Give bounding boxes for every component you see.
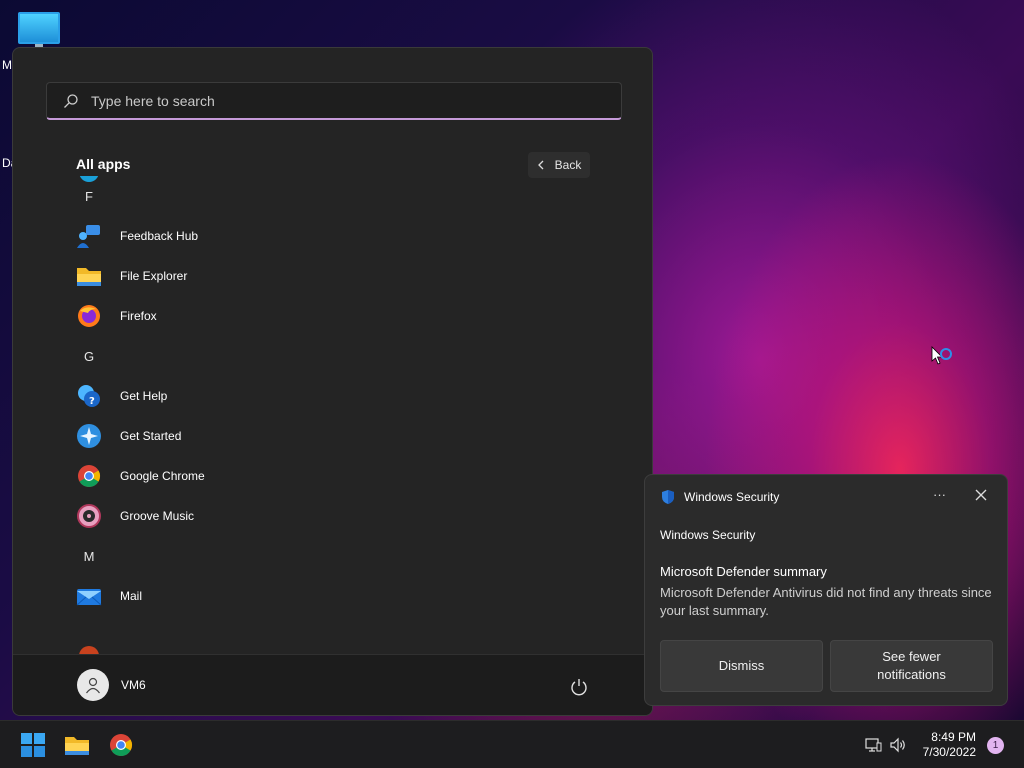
mail-icon [76, 583, 102, 609]
chevron-left-icon [537, 160, 544, 170]
notification-body: Microsoft Defender Antivirus did not fin… [660, 585, 992, 618]
taskbar: 8:49 PM 7/30/2022 1 [0, 720, 1024, 768]
file-explorer-icon [76, 263, 102, 289]
shield-icon [662, 490, 674, 504]
chrome-icon[interactable] [108, 732, 134, 758]
security-notification[interactable]: Windows Security ··· Windows Security Mi… [644, 474, 1008, 706]
app-item-google-chrome[interactable]: Google Chrome [76, 456, 205, 496]
windows-start-icon[interactable] [20, 732, 46, 758]
app-item-get-help[interactable]: ? Get Help [76, 376, 167, 416]
letter-header-g[interactable]: G [76, 336, 102, 376]
power-icon[interactable] [569, 677, 589, 697]
all-apps-title: All apps [76, 156, 131, 172]
more-options-icon[interactable]: ··· [933, 487, 949, 503]
app-item-firefox[interactable]: Firefox [76, 296, 157, 336]
search-box[interactable] [46, 82, 622, 120]
volume-icon[interactable] [889, 736, 907, 754]
notification-app-name: Windows Security [660, 528, 756, 542]
start-footer: VM6 [13, 654, 652, 715]
close-icon[interactable] [973, 487, 989, 503]
app-item-get-started[interactable]: Get Started [76, 416, 181, 456]
firefox-icon [76, 303, 102, 329]
groove-music-icon [76, 503, 102, 529]
notification-header: Windows Security [660, 489, 779, 505]
start-menu: All apps Back F Feedback Hub [12, 47, 653, 716]
feedback-hub-icon [76, 223, 102, 249]
app-item-mail[interactable]: Mail [76, 576, 142, 616]
app-item-feedback-hub[interactable]: Feedback Hub [76, 216, 198, 256]
clock-time: 8:49 PM [931, 730, 976, 744]
system-clock[interactable]: 8:49 PM 7/30/2022 [914, 730, 976, 760]
clock-date: 7/30/2022 [922, 745, 976, 759]
chrome-icon [76, 463, 102, 489]
get-started-icon [76, 423, 102, 449]
notification-title: Microsoft Defender summary [660, 564, 827, 579]
see-fewer-notifications-button[interactable]: See fewer notifications [830, 640, 993, 692]
busy-cursor-icon [931, 346, 952, 365]
letter-header-f[interactable]: F [76, 176, 102, 216]
search-icon [64, 93, 78, 108]
app-item-groove-music[interactable]: Groove Music [76, 496, 194, 536]
svg-text:?: ? [89, 396, 95, 407]
get-help-icon: ? [76, 383, 102, 409]
network-icon[interactable] [864, 736, 882, 754]
user-account-button[interactable]: VM6 [77, 669, 146, 701]
this-pc-desktop-icon[interactable] [18, 12, 60, 48]
desktop-icon-label[interactable]: M [2, 58, 12, 72]
app-icon-partial [79, 646, 99, 654]
user-name: VM6 [121, 678, 146, 692]
app-item-file-explorer[interactable]: File Explorer [76, 256, 187, 296]
letter-header-m[interactable]: M [76, 536, 102, 576]
notification-source: Windows Security [684, 490, 780, 504]
file-explorer-icon[interactable] [64, 732, 90, 758]
back-button[interactable]: Back [528, 152, 590, 178]
user-avatar-icon [77, 669, 109, 701]
dismiss-button[interactable]: Dismiss [660, 640, 823, 692]
all-apps-list[interactable]: F Feedback Hub File Explorer Firefox G ?… [13, 176, 652, 654]
notification-count-badge[interactable]: 1 [987, 737, 1004, 754]
search-input[interactable] [91, 92, 571, 109]
back-label: Back [554, 158, 582, 172]
